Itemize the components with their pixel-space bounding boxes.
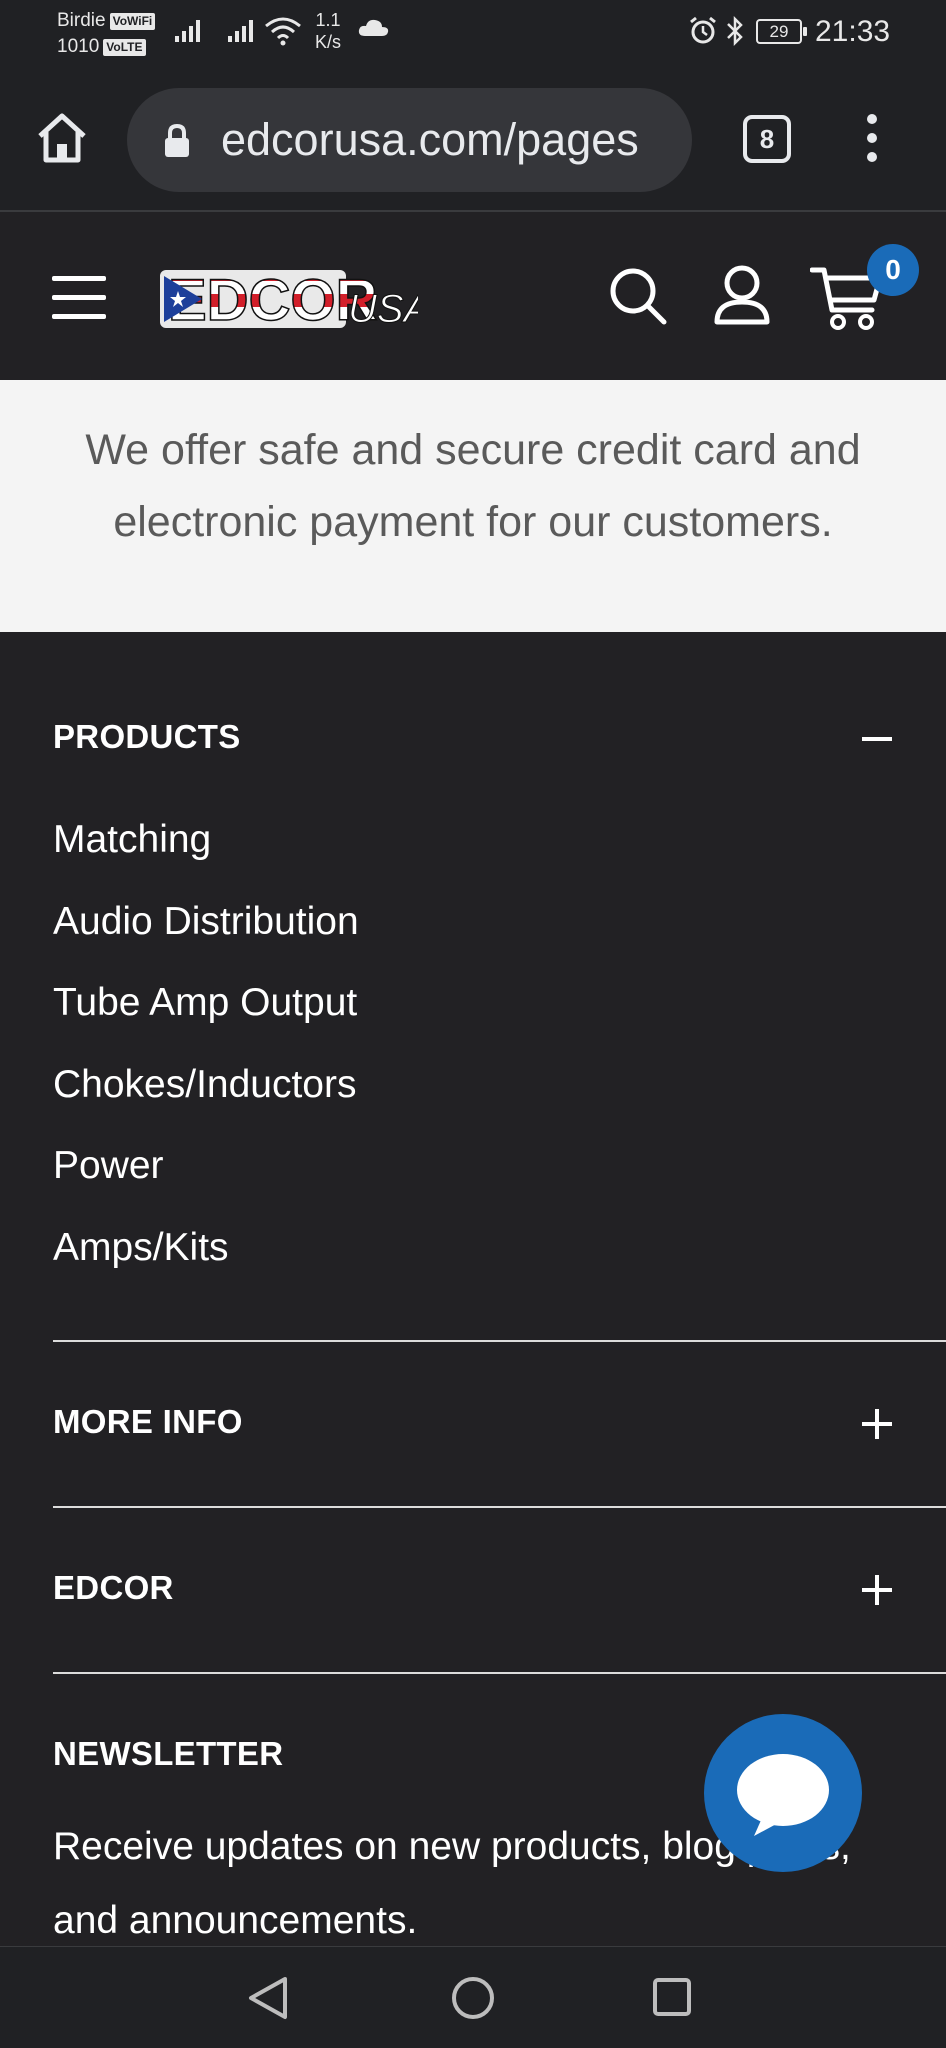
product-link-matching[interactable]: Matching: [53, 818, 211, 862]
lock-icon: [165, 124, 189, 157]
site-header: EDCOR USA 0: [0, 214, 946, 380]
carrier-info: Birdie VoWiFi 1010 VoLTE: [57, 8, 156, 60]
cart-count-badge[interactable]: 0: [867, 244, 919, 296]
product-link-chokes-inductors[interactable]: Chokes/Inductors: [53, 1063, 357, 1107]
search-icon[interactable]: [608, 266, 668, 326]
cloud-icon: [358, 19, 389, 36]
browser-menu-icon[interactable]: [860, 114, 884, 166]
collapse-minus-icon[interactable]: [862, 724, 892, 754]
bluetooth-icon: [727, 15, 743, 47]
payment-info-section: We offer safe and secure credit card and…: [0, 380, 946, 632]
home-icon[interactable]: [34, 110, 90, 166]
chat-bubble-icon: [737, 1754, 829, 1836]
recent-apps-icon[interactable]: [652, 1977, 692, 2017]
newsletter-section-title: NEWSLETTER: [53, 1735, 284, 1772]
products-section-title[interactable]: PRODUCTS: [53, 718, 241, 756]
expand-plus-icon[interactable]: [862, 1409, 892, 1439]
wifi-icon: [265, 17, 301, 46]
home-nav-icon[interactable]: [450, 1975, 496, 2021]
svg-text:USA: USA: [348, 287, 418, 331]
signal-icon-2: [228, 20, 253, 42]
vowifi-badge: VoWiFi: [109, 12, 156, 30]
product-link-audio-distribution[interactable]: Audio Distribution: [53, 900, 359, 944]
clock: 21:33: [815, 15, 891, 48]
section-divider: [53, 1506, 946, 1508]
volte-badge: VoLTE: [103, 38, 146, 56]
browser-toolbar: edcorusa.com/pages 8: [0, 66, 946, 212]
carrier-name: Birdie: [57, 10, 106, 31]
account-icon[interactable]: [712, 264, 772, 326]
back-icon[interactable]: [247, 1975, 289, 2021]
address-bar[interactable]: edcorusa.com/pages: [127, 88, 692, 192]
network-speed: 1.1 K/s: [315, 10, 342, 52]
carrier-number: 1010: [57, 36, 100, 57]
status-bar: Birdie VoWiFi 1010 VoLTE 1.1 K/s 29 21:33: [0, 0, 946, 66]
site-logo[interactable]: EDCOR USA: [158, 262, 418, 336]
hamburger-menu-icon[interactable]: [52, 276, 106, 320]
expand-plus-icon[interactable]: [862, 1575, 892, 1605]
section-divider: [53, 1672, 946, 1674]
alarm-icon: [690, 16, 716, 44]
product-link-amps-kits[interactable]: Amps/Kits: [53, 1226, 229, 1270]
signal-icon: [175, 20, 200, 42]
more-info-section-title[interactable]: MORE INFO: [53, 1403, 243, 1441]
tab-switcher-button[interactable]: 8: [743, 115, 791, 163]
product-link-power[interactable]: Power: [53, 1144, 164, 1188]
battery-indicator: 29: [756, 19, 807, 44]
payment-description: We offer safe and secure credit card and…: [85, 426, 861, 546]
url-text[interactable]: edcorusa.com/pages: [221, 112, 639, 168]
edcor-section-title[interactable]: EDCOR: [53, 1569, 174, 1607]
section-divider: [53, 1340, 946, 1342]
product-link-tube-amp-output[interactable]: Tube Amp Output: [53, 981, 357, 1025]
chat-button[interactable]: [704, 1714, 862, 1872]
system-navigation-bar: [0, 1946, 946, 2048]
